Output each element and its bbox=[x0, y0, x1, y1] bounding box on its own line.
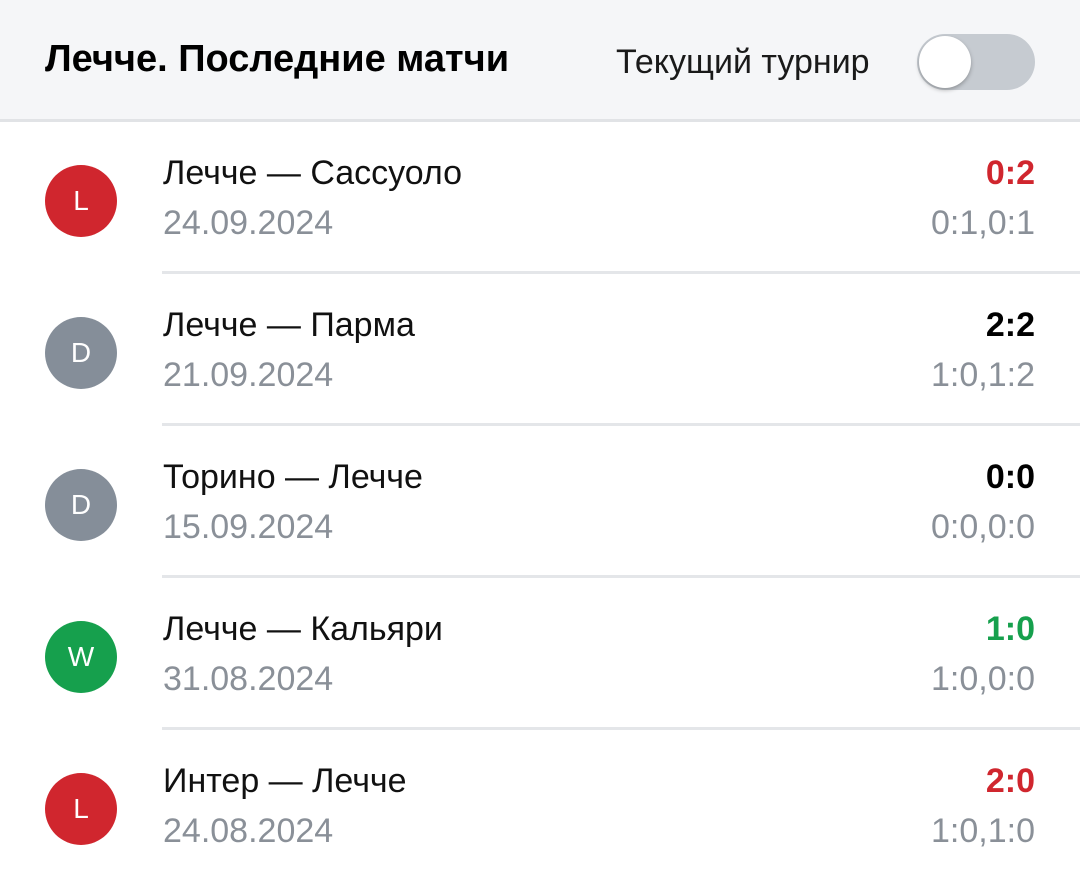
match-row[interactable]: L Интер — Лечче 24.08.2024 2:0 1:0,1:0 bbox=[0, 730, 1080, 882]
match-teams: Лечче — Кальяри bbox=[163, 610, 443, 648]
match-date: 21.09.2024 bbox=[163, 356, 334, 394]
match-score: 0:0 bbox=[985, 458, 1035, 496]
match-teams: Лечче — Сассуоло bbox=[163, 154, 463, 192]
match-row[interactable]: L Лечче — Сассуоло 24.09.2024 0:2 0:1,0:… bbox=[0, 122, 1080, 274]
result-badge: D bbox=[45, 317, 117, 389]
half-scores: 1:0,1:0 bbox=[931, 812, 1035, 850]
header: Лечче. Последние матчи Текущий турнир bbox=[0, 0, 1080, 122]
result-badge: L bbox=[45, 165, 117, 237]
toggle-knob bbox=[919, 36, 971, 88]
match-row[interactable]: W Лечче — Кальяри 31.08.2024 1:0 1:0,0:0 bbox=[0, 578, 1080, 730]
match-score: 1:0 bbox=[985, 610, 1035, 648]
current-tournament-label: Текущий турнир bbox=[616, 43, 870, 81]
match-score: 2:2 bbox=[985, 306, 1035, 344]
page-title: Лечче. Последние матчи bbox=[45, 38, 510, 80]
half-scores: 0:1,0:1 bbox=[931, 204, 1035, 242]
match-teams: Лечче — Парма bbox=[163, 306, 415, 344]
match-date: 15.09.2024 bbox=[163, 508, 334, 546]
match-date: 24.09.2024 bbox=[163, 204, 334, 242]
match-score: 2:0 bbox=[985, 762, 1035, 800]
match-row[interactable]: D Торино — Лечче 15.09.2024 0:0 0:0,0:0 bbox=[0, 426, 1080, 578]
result-badge: L bbox=[45, 773, 117, 845]
match-row[interactable]: D Лечче — Парма 21.09.2024 2:2 1:0,1:2 bbox=[0, 274, 1080, 426]
match-date: 24.08.2024 bbox=[163, 812, 334, 850]
half-scores: 1:0,0:0 bbox=[931, 660, 1035, 698]
match-list: L Лечче — Сассуоло 24.09.2024 0:2 0:1,0:… bbox=[0, 122, 1080, 882]
match-teams: Торино — Лечче bbox=[163, 458, 423, 496]
match-teams: Интер — Лечче bbox=[163, 762, 407, 800]
result-badge: W bbox=[45, 621, 117, 693]
match-score: 0:2 bbox=[985, 154, 1035, 192]
result-badge: D bbox=[45, 469, 117, 541]
current-tournament-toggle[interactable] bbox=[917, 34, 1035, 90]
half-scores: 0:0,0:0 bbox=[931, 508, 1035, 546]
half-scores: 1:0,1:2 bbox=[931, 356, 1035, 394]
match-date: 31.08.2024 bbox=[163, 660, 334, 698]
